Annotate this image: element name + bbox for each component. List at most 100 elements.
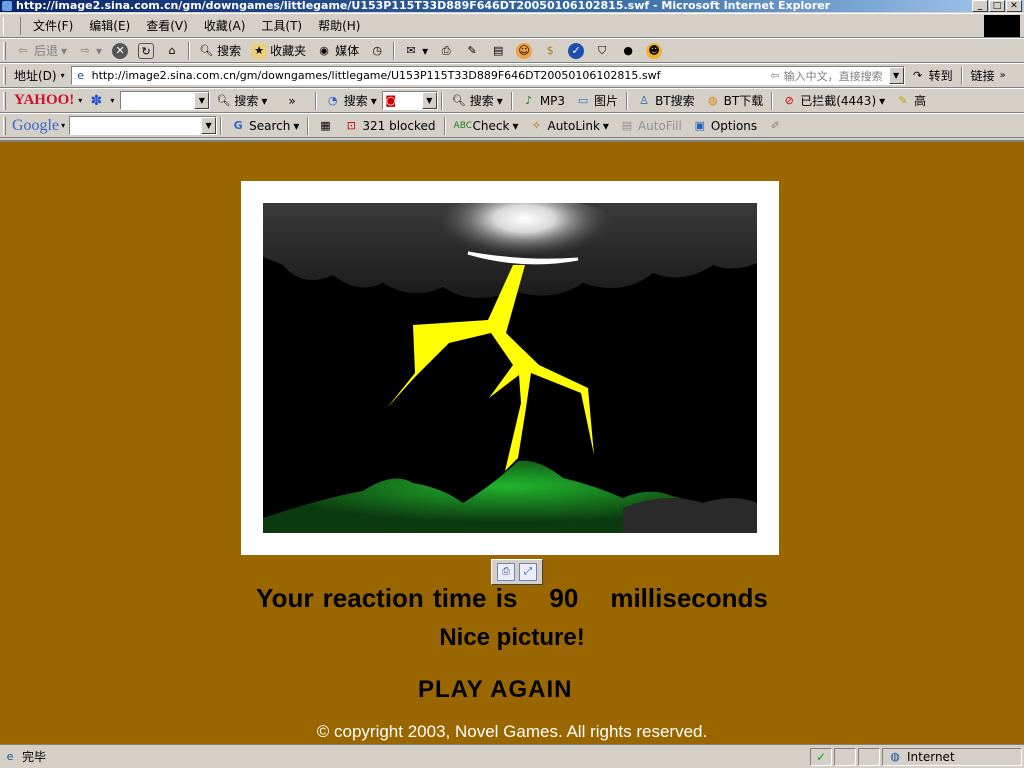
window-titlebar: http://image2.sina.com.cn/gm/downgames/l…: [0, 0, 1024, 12]
zone-panel: ◍ Internet: [882, 747, 1022, 766]
chevron-right-icon[interactable]: »: [272, 94, 311, 108]
yahoo-toolbar: YAHOO! ▾ ✽ ▾ ▼ 🔍︎ 搜索 ▾ » ◔ 搜索 ▾ ◙ ▼ 🔍︎ 搜索 ▾ ♪ M…: [0, 88, 1024, 113]
options-button[interactable]: ▣ Options: [687, 118, 762, 134]
autolink-button[interactable]: ✧ AutoLink ▾: [523, 118, 613, 134]
mail-button[interactable]: ✉ ▾: [398, 43, 433, 59]
refresh-button[interactable]: ↻: [133, 42, 159, 59]
stop-icon: ✕: [112, 42, 129, 59]
go-button[interactable]: ↷ 转到: [905, 67, 958, 84]
sogou-search-button[interactable]: ◔ 搜索 ▾: [320, 92, 382, 109]
address-input[interactable]: e http://image2.sina.com.cn/gm/downgames…: [70, 66, 905, 85]
menu-tools[interactable]: 工具(T): [253, 17, 310, 34]
google-search-input[interactable]: ▼: [69, 116, 218, 135]
fullscreen-icon[interactable]: ⤢: [519, 563, 537, 581]
mail-icon: ✉: [406, 43, 416, 57]
toolbar-grip[interactable]: [3, 116, 6, 135]
search-hint: 输入中文，直接搜索: [783, 69, 883, 83]
google-logo[interactable]: Google: [10, 117, 61, 135]
images-button[interactable]: ▭ 图片: [570, 92, 623, 109]
edit-icon: ✎: [467, 43, 477, 57]
popup-blocked-button[interactable]: ⊘ 已拦截(4443) ▾: [776, 92, 890, 109]
toolbar-separator: [393, 41, 396, 60]
chevron-right-icon[interactable]: »: [1000, 70, 1006, 81]
yahoo-menu-arrow[interactable]: ▾: [78, 96, 88, 105]
toolbar-separator: [307, 116, 310, 135]
engine-select[interactable]: ◙ ▼: [381, 91, 438, 110]
popup-blocker-button[interactable]: ⊡ 321 blocked: [338, 118, 440, 134]
highlight-button[interactable]: ✎ 高: [890, 92, 931, 109]
menu-bar: 文件(F) 编辑(E) 查看(V) 收藏(A) 工具(T) 帮助(H): [0, 13, 1024, 38]
flower-icon[interactable]: ✽: [88, 93, 104, 109]
pencil-button[interactable]: ✐: [762, 118, 788, 134]
print-button[interactable]: ⎙: [433, 43, 459, 59]
back-button[interactable]: ⇦ 后退 ▾: [10, 42, 72, 59]
history-icon: ◷: [372, 43, 382, 57]
minimize-button[interactable]: _: [972, 0, 988, 12]
status-panel: [858, 747, 880, 766]
money-button[interactable]: $: [537, 43, 563, 59]
bt-icon: ♙: [639, 93, 649, 107]
links-button[interactable]: 链接: [966, 67, 1000, 84]
address-dropdown-button[interactable]: ▼: [888, 67, 904, 84]
autolink-wand-icon: ✧: [531, 118, 542, 132]
favorites-button[interactable]: ★ 收藏夹: [246, 42, 311, 59]
menu-favorites[interactable]: 收藏(A): [196, 17, 254, 34]
toolbar-grip[interactable]: [3, 41, 6, 60]
forward-arrow-icon: ⇨: [80, 43, 90, 57]
toolbar-separator: [314, 91, 317, 110]
forward-button[interactable]: ⇨ ▾: [72, 43, 107, 59]
edit-button[interactable]: ✎: [459, 43, 485, 59]
google-menu-arrow[interactable]: ▾: [61, 121, 69, 130]
storm-scene: [263, 203, 757, 533]
yahoo-search-button[interactable]: 🔍︎ 搜索 ▾: [210, 92, 272, 109]
address-history-arrow[interactable]: ▾: [61, 71, 71, 80]
history-button[interactable]: ◷: [364, 43, 390, 59]
yahoo-search-input[interactable]: ▼: [120, 91, 211, 110]
menu-view[interactable]: 查看(V): [138, 17, 196, 34]
flower-menu-arrow[interactable]: ▾: [104, 96, 120, 105]
shield-button[interactable]: ⛉: [589, 43, 615, 59]
checkmark-button[interactable]: ✓: [563, 42, 589, 59]
maximize-button[interactable]: □: [989, 0, 1005, 12]
play-again-button[interactable]: PLAY AGAIN: [418, 676, 572, 704]
yahoo-search-dropdown[interactable]: ▼: [194, 92, 210, 109]
address-label: 地址(D): [14, 69, 57, 83]
home-button[interactable]: ⌂: [159, 43, 185, 59]
toolbar-separator: [443, 116, 446, 135]
news-button[interactable]: ▦: [312, 118, 338, 134]
qq-button[interactable]: ●: [615, 43, 641, 59]
toolbar-grip[interactable]: [3, 16, 21, 35]
engine-dropdown[interactable]: ▼: [421, 92, 437, 109]
window-title: http://image2.sina.com.cn/gm/downgames/l…: [16, 0, 831, 12]
print-icon[interactable]: ⎙: [497, 563, 515, 581]
yahoo-logo[interactable]: YAHOO!: [10, 92, 78, 109]
emoticon-button[interactable]: ☻: [641, 42, 667, 59]
menu-file[interactable]: 文件(F): [25, 17, 81, 34]
google-search-dropdown[interactable]: ▼: [201, 117, 217, 134]
messenger-button[interactable]: ☺: [511, 42, 537, 59]
close-button[interactable]: ✕: [1006, 0, 1022, 12]
shield-icon: ⛉: [598, 43, 607, 57]
autofill-button[interactable]: ▤ AutoFill: [614, 118, 687, 134]
page-content: ⎙ ⤢ Your reaction time is 90 milliseconds …: [0, 140, 1024, 744]
reaction-unit: milliseconds: [610, 583, 768, 613]
bt-search-button[interactable]: ♙ BT搜索: [631, 92, 700, 109]
search-button[interactable]: 🔍︎ 搜索: [193, 42, 246, 59]
sogou-icon: ◔: [327, 93, 338, 107]
bt-download-button[interactable]: ◍ BT下载: [700, 92, 769, 109]
discuss-button[interactable]: ▤: [485, 43, 511, 59]
mp3-button[interactable]: ♪ MP3: [516, 93, 570, 109]
menu-help[interactable]: 帮助(H): [310, 17, 368, 34]
toolbar-grip[interactable]: [3, 91, 6, 110]
stop-button[interactable]: ✕: [107, 42, 133, 59]
toolbar-separator: [220, 116, 223, 135]
address-bar: 地址(D) ▾ e http://image2.sina.com.cn/gm/do…: [0, 63, 1024, 88]
google-search-button[interactable]: G Search ▾: [225, 118, 304, 134]
search3-button[interactable]: 🔍︎ 搜索 ▾: [446, 92, 508, 109]
menu-edit[interactable]: 编辑(E): [81, 17, 138, 34]
popup-blocker-icon: ⊡: [346, 118, 356, 132]
spell-check-button[interactable]: ABC Check ▾: [449, 118, 524, 134]
media-button[interactable]: ◉ 媒体: [311, 42, 364, 59]
toolbar-grip[interactable]: [3, 66, 6, 85]
toolbar-separator: [440, 91, 443, 110]
